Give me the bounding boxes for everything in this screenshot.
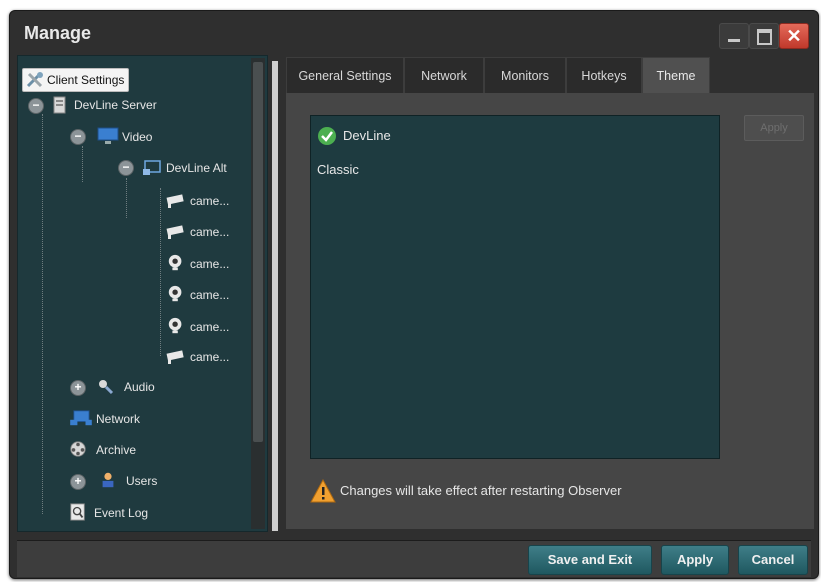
tab-theme[interactable]: Theme — [642, 57, 710, 94]
cancel-button[interactable]: Cancel — [738, 545, 808, 575]
tab-network[interactable]: Network — [404, 57, 484, 94]
tree-item-camera-5[interactable]: came... — [164, 316, 229, 338]
expand-users-icon[interactable]: + — [70, 474, 86, 490]
dome-camera-icon — [168, 285, 182, 302]
tree-item-network[interactable]: Network — [68, 408, 140, 430]
panel-splitter[interactable] — [272, 61, 278, 531]
tools-icon — [26, 72, 43, 88]
event-log-icon — [70, 503, 85, 521]
tree-label: Audio — [124, 380, 155, 394]
collapse-device-icon[interactable]: − — [118, 160, 134, 176]
close-icon: ✕ — [786, 26, 802, 46]
check-icon — [318, 127, 336, 145]
tab-general-settings[interactable]: General Settings — [286, 57, 404, 94]
tree-label: came... — [190, 225, 230, 239]
button-bar: Save and Exit Apply Cancel — [17, 540, 811, 577]
close-button[interactable]: ✕ — [779, 23, 809, 49]
warning-text: Changes will take effect after restartin… — [340, 483, 622, 498]
tree-item-users[interactable]: Users — [96, 470, 157, 492]
tree-item-event-log[interactable]: Event Log — [68, 502, 148, 524]
tree-item-server[interactable]: DevLine Server — [50, 94, 157, 116]
tree-label: came... — [190, 257, 230, 271]
tree-item-camera-1[interactable]: came... — [164, 190, 229, 212]
camera-icon — [166, 225, 184, 239]
tab-hotkeys[interactable]: Hotkeys — [566, 57, 642, 94]
apply-button[interactable]: Apply — [661, 545, 729, 575]
theme-label: Classic — [317, 162, 359, 177]
scrollbar-thumb[interactable] — [253, 62, 263, 442]
theme-label: DevLine — [343, 128, 391, 143]
tree-item-camera-4[interactable]: came... — [164, 284, 229, 306]
tab-monitors[interactable]: Monitors — [484, 57, 566, 94]
expand-audio-icon[interactable]: + — [70, 380, 86, 396]
theme-item-devline[interactable]: DevLine — [317, 126, 391, 146]
video-device-icon — [143, 160, 161, 175]
tree-item-archive[interactable]: Archive — [68, 439, 136, 461]
tree-item-video[interactable]: Video — [96, 126, 152, 148]
tree-label: came... — [190, 288, 230, 302]
tree-label: DevLine Alt — [166, 161, 227, 175]
tree-item-camera-6[interactable]: came... — [164, 346, 229, 368]
tree-item-client-settings[interactable]: Client Settings — [22, 68, 130, 92]
save-and-exit-button[interactable]: Save and Exit — [528, 545, 652, 575]
tree-label: came... — [190, 194, 230, 208]
tree-item-audio[interactable]: Audio — [96, 376, 155, 398]
tree-scrollbar[interactable] — [251, 58, 265, 529]
monitor-icon — [97, 127, 119, 144]
window-title: Manage — [24, 23, 92, 43]
maximize-button[interactable] — [749, 23, 779, 49]
theme-list: DevLine Classic — [310, 115, 720, 459]
film-reel-icon — [70, 441, 86, 457]
tree-item-devline-device[interactable]: DevLine Alt — [142, 157, 227, 179]
tree-item-camera-3[interactable]: came... — [164, 253, 229, 275]
camera-icon — [166, 194, 184, 208]
dome-camera-icon — [168, 317, 182, 334]
tree-label: DevLine Server — [74, 98, 157, 112]
tree-item-camera-2[interactable]: came... — [164, 221, 229, 243]
theme-apply-button[interactable]: Apply — [744, 115, 804, 141]
tree-label: came... — [190, 350, 230, 364]
theme-panel: DevLine Classic Apply Changes will take … — [286, 93, 814, 529]
tree-label: came... — [190, 320, 230, 334]
users-icon — [102, 472, 114, 488]
tree-label: Client Settings — [47, 73, 125, 87]
microphone-icon — [99, 380, 114, 395]
warning-icon — [310, 479, 336, 503]
manage-window: Manage ✕ Client Settings − DevLine Serve… — [9, 10, 819, 579]
title-bar[interactable]: Manage ✕ — [10, 11, 818, 53]
tree-label: Users — [126, 474, 158, 488]
collapse-video-icon[interactable]: − — [70, 129, 86, 145]
network-icon — [70, 410, 92, 426]
tree-label: Archive — [96, 443, 137, 457]
theme-item-classic[interactable]: Classic — [317, 160, 359, 180]
server-icon — [53, 96, 66, 114]
collapse-server-icon[interactable]: − — [28, 98, 44, 114]
tree-label: Network — [96, 412, 141, 426]
camera-icon — [166, 350, 184, 364]
tree-label: Event Log — [94, 506, 149, 520]
settings-tree: Client Settings − DevLine Server − Video… — [17, 55, 268, 532]
tree-label: Video — [122, 130, 153, 144]
dome-camera-icon — [168, 254, 182, 271]
minimize-button[interactable] — [719, 23, 749, 49]
